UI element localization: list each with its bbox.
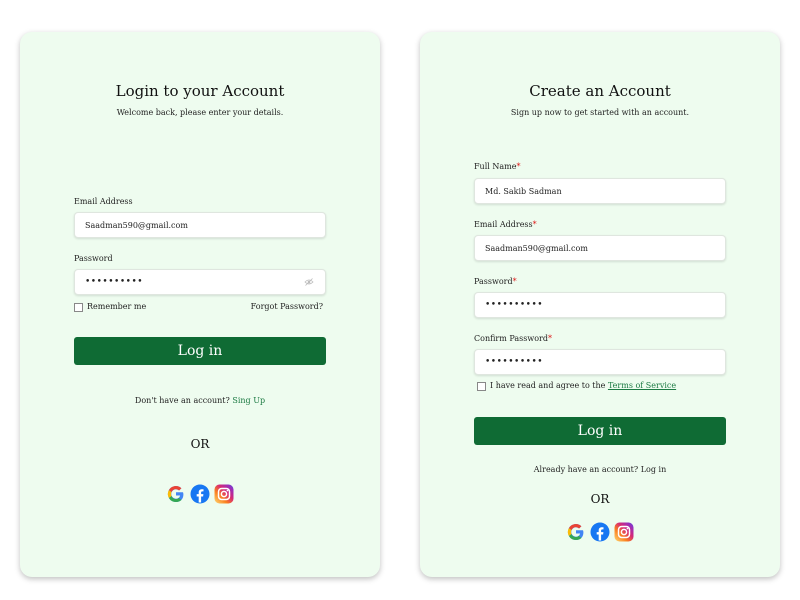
signup-password-value: •••••••••• [485,300,544,310]
login-subtitle: Welcome back, please enter your details. [116,108,284,117]
signup-password-field[interactable]: •••••••••• [474,292,726,318]
instagram-icon[interactable] [214,484,234,504]
terms-link[interactable]: Terms of Service [608,381,676,390]
social-login-row [20,484,380,504]
instagram-icon[interactable] [614,522,634,542]
fullname-field[interactable]: Md. Sakib Sadman [474,178,726,204]
or-divider: OR [190,437,210,451]
signup-subtitle: Sign up now to get started with an accou… [510,108,690,117]
signup-login-button[interactable]: Log in [474,417,726,445]
required-mark: * [548,334,552,343]
signup-email-field[interactable]: Saadman590@gmail.com [474,235,726,261]
fullname-value: Md. Sakib Sadman [485,186,562,196]
confirm-password-label: Confirm Password* [474,334,552,343]
confirm-password-label-text: Confirm Password [474,334,548,343]
signup-email-value: Saadman590@gmail.com [485,243,588,253]
signup-prompt: Don't have an account? Sing Up [20,396,380,405]
login-card: Login to your Account Welcome back, plea… [20,32,380,577]
required-mark: * [516,162,521,171]
password-value: •••••••••• [85,277,144,287]
social-signup-row [420,522,780,542]
login-title: Login to your Account [115,82,285,100]
forgot-password-link[interactable]: Forgot Password? [251,302,323,311]
google-icon[interactable] [566,522,586,542]
fullname-label: Full Name* [474,162,520,171]
facebook-icon[interactable] [190,484,210,504]
signup-password-label: Password* [474,277,517,286]
remember-label: Remember me [87,302,147,311]
confirm-password-value: •••••••••• [485,357,544,367]
fullname-label-text: Full Name [474,162,517,171]
terms-checkbox[interactable] [477,382,486,391]
no-account-text: Don't have an account? [134,396,230,405]
or-divider: OR [590,492,610,506]
remember-checkbox[interactable] [74,303,83,312]
eye-off-icon[interactable] [303,276,315,288]
signup-password-label-text: Password [474,277,513,286]
password-label: Password [74,254,113,263]
signup-card: Create an Account Sign up now to get sta… [420,32,780,577]
signup-title: Create an Account [529,82,671,100]
email-value: Saadman590@gmail.com [85,220,188,230]
required-mark: * [512,277,517,286]
have-account-link[interactable]: Already have an account? Log in [420,465,780,474]
signup-link[interactable]: Sing Up [232,396,265,405]
signup-email-label: Email Address* [474,220,537,229]
required-mark: * [532,220,537,229]
login-button[interactable]: Log in [74,337,326,365]
terms-prefix: I have read and agree to the [490,381,606,390]
signup-email-label-text: Email Address [474,220,533,229]
google-icon[interactable] [166,484,186,504]
email-field[interactable]: Saadman590@gmail.com [74,212,326,238]
terms-text: I have read and agree to the Terms of Se… [490,381,676,390]
confirm-password-field[interactable]: •••••••••• [474,349,726,375]
password-field[interactable]: •••••••••• [74,269,326,295]
facebook-icon[interactable] [590,522,610,542]
email-label: Email Address [74,197,133,206]
